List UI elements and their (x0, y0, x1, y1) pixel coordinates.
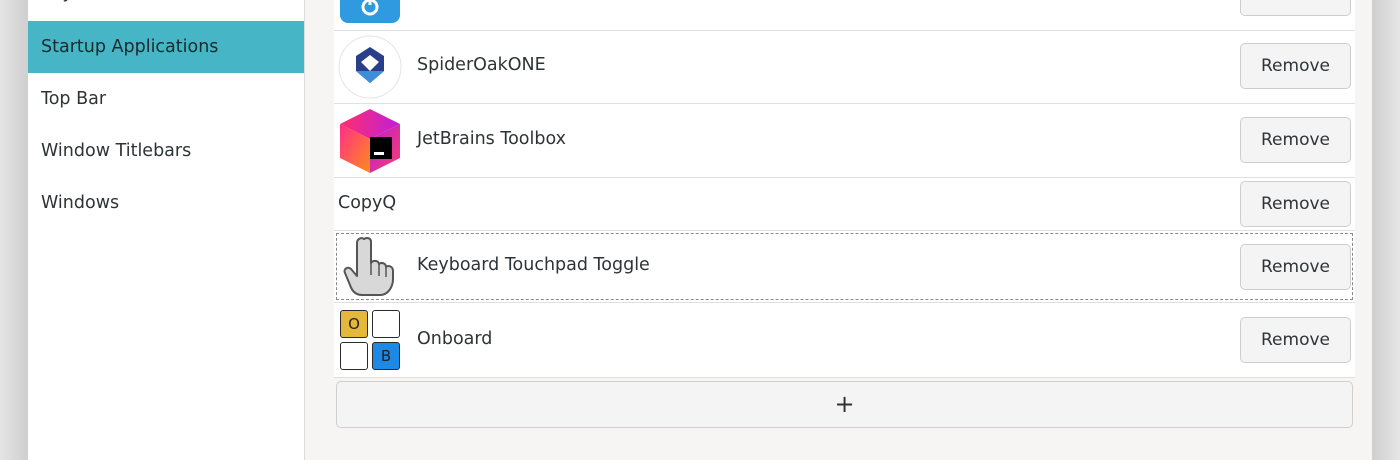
window-shadow-left (0, 0, 28, 460)
sidebar-item-windows[interactable]: Windows (28, 177, 304, 229)
app-name: Onboard (417, 329, 493, 349)
app-name: JetBrains Toolbox (417, 129, 566, 149)
list-item: SpiderOakONE Remove (334, 31, 1355, 104)
sidebar-item-startup-applications[interactable]: Startup Applications (28, 21, 304, 73)
app-icon-partial (338, 0, 402, 31)
spideroak-icon (338, 35, 402, 99)
list-item: O B Onboard Remove (334, 303, 1355, 378)
list-item (334, 0, 1355, 31)
list-item: CopyQ Remove (334, 178, 1355, 231)
remove-button[interactable]: Remove (1240, 317, 1351, 363)
onboard-key-blank (340, 342, 368, 370)
onboard-keyboard-icon: O B (338, 308, 402, 372)
remove-button[interactable]: Remove (1240, 181, 1351, 227)
jetbrains-toolbox-icon (338, 107, 402, 173)
list-item: Keyboard Touchpad Toggle Remove (334, 231, 1355, 303)
sidebar-item-top-bar[interactable]: Top Bar (28, 73, 304, 125)
app-name: SpiderOakONE (417, 55, 546, 75)
sidebar: Keyboard & Mouse Startup Applications To… (28, 0, 305, 460)
app-name: Keyboard Touchpad Toggle (417, 255, 650, 275)
main-panel: SpiderOakONE Remove JetBrains Toolbox Re… (305, 0, 1372, 460)
list-item: JetBrains Toolbox Remove (334, 104, 1355, 178)
onboard-key-b: B (372, 342, 400, 370)
add-startup-app-button[interactable]: + (336, 381, 1353, 428)
sidebar-item-window-titlebars[interactable]: Window Titlebars (28, 125, 304, 177)
onboard-key-blank (372, 310, 400, 338)
pointing-hand-icon (338, 235, 402, 299)
app-name: CopyQ (338, 193, 397, 213)
remove-button[interactable]: Remove (1240, 43, 1351, 89)
remove-button[interactable]: Remove (1240, 244, 1351, 290)
sidebar-item-keyboard-mouse[interactable]: Keyboard & Mouse (28, 0, 304, 8)
remove-button[interactable]: Remove (1240, 117, 1351, 163)
onboard-key-o: O (340, 310, 368, 338)
window-shadow-right (1372, 0, 1400, 460)
remove-button[interactable] (1240, 0, 1351, 16)
